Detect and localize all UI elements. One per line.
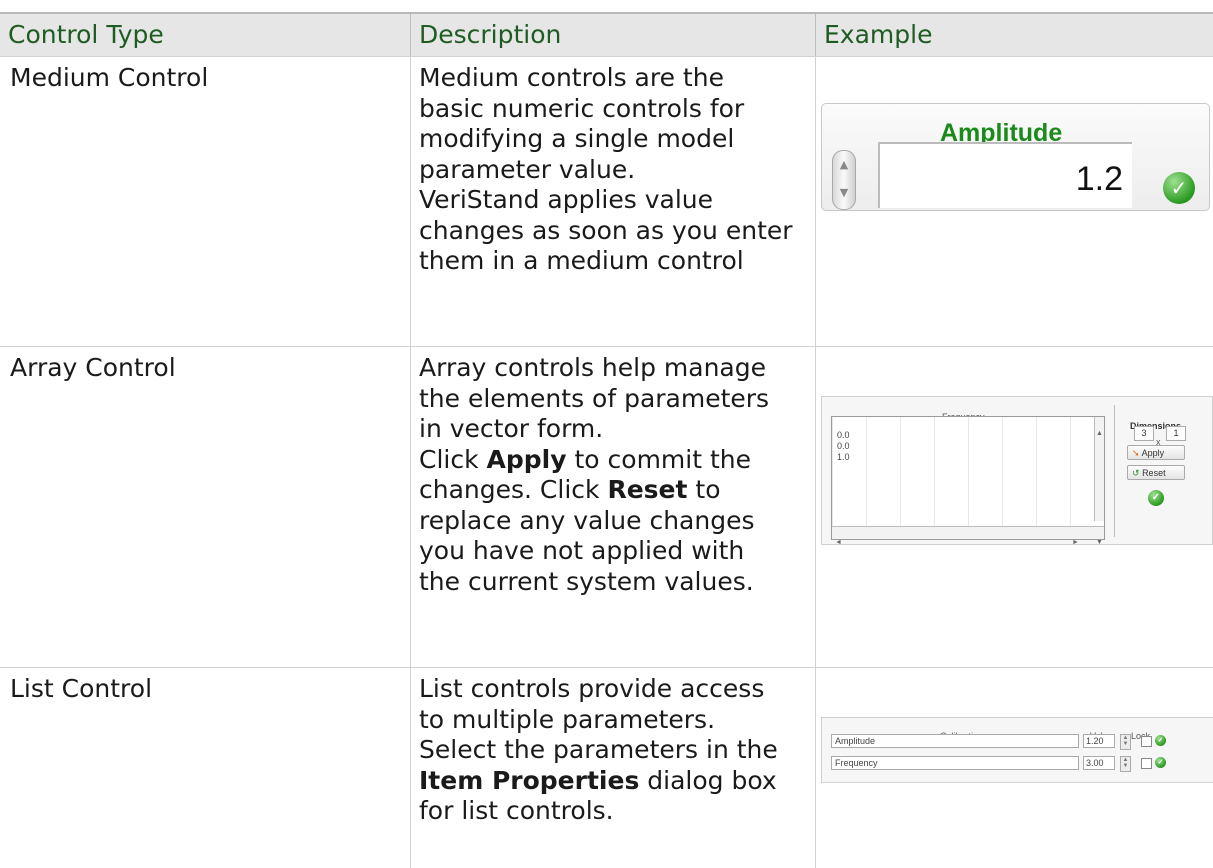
- description-line: in vector form.: [419, 414, 604, 443]
- apply-icon: ➘: [1132, 448, 1140, 458]
- description-line: changes. Click Reset to: [419, 475, 815, 506]
- description-line: the current system values.: [419, 566, 754, 596]
- header-description: Description: [419, 20, 562, 49]
- description-line: List controls provide access: [419, 674, 765, 703]
- header-divider: [815, 14, 816, 56]
- description-line: Medium controls are the: [419, 63, 724, 92]
- description-cell: Array controls help manage the elements …: [411, 347, 815, 597]
- parameter-value: 3.00: [1083, 756, 1115, 770]
- table-row: Array Control Array controls help manage…: [0, 346, 1213, 667]
- description-line: to multiple parameters.: [419, 704, 716, 734]
- vertical-scrollbar: ▲ ▼: [1094, 417, 1104, 546]
- parameter-name: Frequency: [831, 756, 1079, 770]
- check-circle-icon: ✓: [1148, 490, 1164, 506]
- description-line: for list controls.: [419, 796, 614, 825]
- description-line: modifying a single model: [419, 124, 735, 153]
- header-example: Example: [824, 20, 933, 49]
- lock-checkbox: [1141, 758, 1152, 769]
- description-text: changes. Click: [419, 475, 608, 504]
- description-line: parameter value.: [419, 154, 636, 184]
- apply-button-label: Apply: [1141, 448, 1165, 458]
- description-text: dialog box: [639, 765, 777, 795]
- header-control-type: Control Type: [8, 20, 164, 49]
- control-type-cell: Medium Control: [10, 63, 209, 92]
- array-element: 1.0: [837, 452, 850, 462]
- table-row: List Control List controls provide acces…: [0, 667, 1213, 868]
- description-cell: Medium controls are the basic numeric co…: [411, 57, 815, 277]
- description-line: Item Properties dialog box: [419, 766, 815, 797]
- apply-button: ➘ Apply: [1127, 445, 1185, 460]
- spin-arrows-icon: ▲ ▼: [1120, 756, 1131, 772]
- reset-button: ↺ Reset: [1127, 465, 1185, 480]
- apply-term: Apply: [486, 444, 567, 474]
- description-line: Select the parameters in the: [419, 735, 778, 764]
- array-control-example: Frequency 0.0 0.0 1.0 ▲▼ ◄► Dimensions 3…: [821, 396, 1213, 546]
- description-line: VeriStand applies value: [419, 185, 714, 214]
- control-type-cell: List Control: [10, 674, 153, 703]
- control-type-cell: Array Control: [10, 353, 176, 382]
- parameter-value: 1.20: [1083, 734, 1115, 748]
- reset-button-label: Reset: [1142, 468, 1166, 478]
- description-line: Click Apply to commit the: [419, 445, 815, 476]
- column-divider: [815, 57, 816, 346]
- check-circle-icon: ✓: [1155, 757, 1166, 768]
- array-divider: [1114, 405, 1115, 537]
- description-line: the elements of parameters: [419, 383, 770, 413]
- dimension-box: 1: [1166, 426, 1186, 441]
- description-cell: List controls provide access to multiple…: [411, 668, 815, 827]
- description-line: them in a medium control: [419, 246, 744, 275]
- header-divider: [410, 14, 411, 56]
- description-line: you have not applied with: [419, 536, 745, 565]
- description-text: to: [687, 475, 721, 504]
- column-divider: [815, 347, 816, 667]
- horizontal-scrollbar: ◄ ►: [832, 526, 1104, 546]
- reset-term: Reset: [607, 475, 688, 504]
- list-control-example: Calibration Value Lock Amplitude 1.20 ▲▼…: [821, 717, 1213, 783]
- medium-control-example: Amplitude ▲ ▼ 1.2 ✓: [821, 103, 1210, 211]
- description-text: Click: [419, 444, 487, 474]
- description-text: to commit the: [566, 444, 752, 474]
- item-properties-term: Item Properties: [419, 765, 640, 795]
- control-types-table: Control Type Description Example Medium …: [0, 12, 1213, 868]
- numeric-value: 1.2: [1075, 160, 1123, 198]
- reset-icon: ↺: [1132, 468, 1140, 478]
- list-row: Frequency 3.00 ▲ ▼ ✓: [831, 756, 1205, 772]
- column-divider: [815, 668, 816, 868]
- array-grid: 0.0 0.0 1.0 ▲ ▼ ◄ ►: [831, 416, 1105, 546]
- check-circle-icon: ✓: [1155, 735, 1166, 746]
- description-line: changes as soon as you enter: [419, 215, 793, 245]
- description-line: basic numeric controls for: [419, 93, 745, 123]
- check-circle-icon: ✓: [1163, 172, 1195, 204]
- parameter-name: Amplitude: [831, 734, 1079, 748]
- lock-checkbox: [1141, 736, 1152, 747]
- spin-arrows-icon: ▲ ▼: [1120, 734, 1131, 750]
- description-line: replace any value changes: [419, 505, 755, 535]
- description-line: Array controls help manage: [419, 353, 766, 382]
- table-header: Control Type Description Example: [0, 12, 1213, 56]
- list-row: Amplitude 1.20 ▲ ▼ ✓: [831, 734, 1205, 750]
- spin-arrows-icon: ▲ ▼: [832, 150, 856, 210]
- dimension-box: 3: [1134, 426, 1154, 441]
- table-row: Medium Control Medium controls are the b…: [0, 56, 1213, 346]
